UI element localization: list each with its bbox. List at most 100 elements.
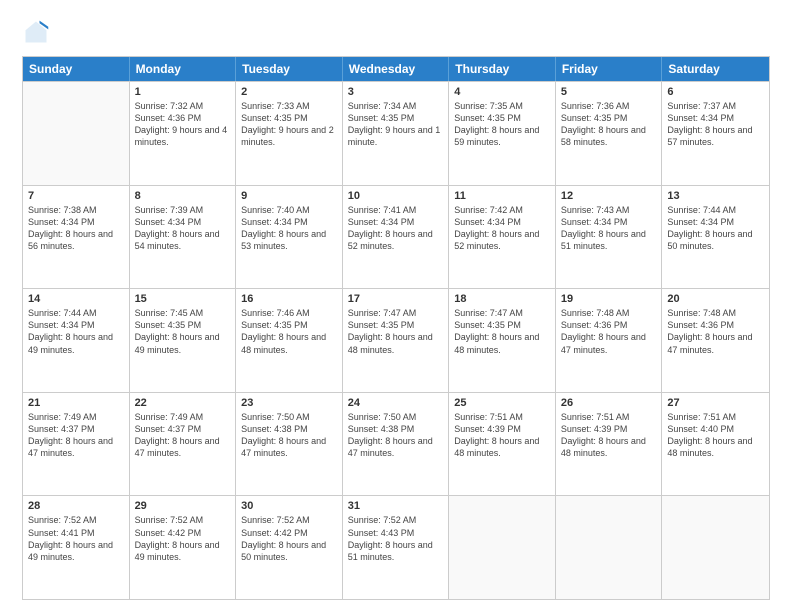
cell-info: Sunrise: 7:45 AMSunset: 4:35 PMDaylight:… <box>135 307 231 356</box>
cell-day-number: 22 <box>135 397 231 409</box>
cell-day-number: 11 <box>454 190 550 202</box>
calendar-cell: 4 Sunrise: 7:35 AMSunset: 4:35 PMDaylight… <box>449 82 556 185</box>
calendar-body: 1 Sunrise: 7:32 AMSunset: 4:36 PMDaylight… <box>23 81 769 599</box>
cell-day-number: 12 <box>561 190 657 202</box>
calendar-week: 1 Sunrise: 7:32 AMSunset: 4:36 PMDaylight… <box>23 81 769 185</box>
cell-info: Sunrise: 7:47 AMSunset: 4:35 PMDaylight:… <box>454 307 550 356</box>
cell-info: Sunrise: 7:44 AMSunset: 4:34 PMDaylight:… <box>667 204 764 253</box>
cell-info: Sunrise: 7:44 AMSunset: 4:34 PMDaylight:… <box>28 307 124 356</box>
cal-header-day: Wednesday <box>343 57 450 81</box>
cell-day-number: 20 <box>667 293 764 305</box>
cal-header-day: Monday <box>130 57 237 81</box>
cell-info: Sunrise: 7:52 AMSunset: 4:43 PMDaylight:… <box>348 514 444 563</box>
cell-day-number: 6 <box>667 86 764 98</box>
cal-header-day: Saturday <box>662 57 769 81</box>
cell-day-number: 2 <box>241 86 337 98</box>
cell-info: Sunrise: 7:38 AMSunset: 4:34 PMDaylight:… <box>28 204 124 253</box>
cell-day-number: 23 <box>241 397 337 409</box>
calendar-cell: 25 Sunrise: 7:51 AMSunset: 4:39 PMDayligh… <box>449 393 556 496</box>
cell-day-number: 25 <box>454 397 550 409</box>
cell-day-number: 15 <box>135 293 231 305</box>
cell-day-number: 10 <box>348 190 444 202</box>
cell-info: Sunrise: 7:48 AMSunset: 4:36 PMDaylight:… <box>667 307 764 356</box>
cell-day-number: 13 <box>667 190 764 202</box>
cell-day-number: 3 <box>348 86 444 98</box>
cell-info: Sunrise: 7:52 AMSunset: 4:41 PMDaylight:… <box>28 514 124 563</box>
cell-info: Sunrise: 7:47 AMSunset: 4:35 PMDaylight:… <box>348 307 444 356</box>
cal-header-day: Sunday <box>23 57 130 81</box>
calendar-cell: 1 Sunrise: 7:32 AMSunset: 4:36 PMDaylight… <box>130 82 237 185</box>
calendar-cell: 14Sunrise: 7:44 AMSunset: 4:34 PMDayligh… <box>23 289 130 392</box>
cell-day-number: 5 <box>561 86 657 98</box>
cal-header-day: Friday <box>556 57 663 81</box>
calendar-header: SundayMondayTuesdayWednesdayThursdayFrid… <box>23 57 769 81</box>
cell-day-number: 18 <box>454 293 550 305</box>
calendar-week: 14Sunrise: 7:44 AMSunset: 4:34 PMDayligh… <box>23 288 769 392</box>
calendar-cell: 10 Sunrise: 7:41 AMSunset: 4:34 PMDayligh… <box>343 186 450 289</box>
calendar-cell: 26Sunrise: 7:51 AMSunset: 4:39 PMDayligh… <box>556 393 663 496</box>
cell-info: Sunrise: 7:46 AMSunset: 4:35 PMDaylight:… <box>241 307 337 356</box>
cell-info: Sunrise: 7:50 AMSunset: 4:38 PMDaylight:… <box>241 411 337 460</box>
cell-info: Sunrise: 7:50 AMSunset: 4:38 PMDaylight:… <box>348 411 444 460</box>
cell-info: Sunrise: 7:52 AMSunset: 4:42 PMDaylight:… <box>135 514 231 563</box>
cell-day-number: 4 <box>454 86 550 98</box>
cell-info: Sunrise: 7:43 AMSunset: 4:34 PMDaylight:… <box>561 204 657 253</box>
cell-day-number: 17 <box>348 293 444 305</box>
cell-info: Sunrise: 7:48 AMSunset: 4:36 PMDaylight:… <box>561 307 657 356</box>
calendar-cell <box>556 496 663 599</box>
calendar-cell: 17 Sunrise: 7:47 AMSunset: 4:35 PMDayligh… <box>343 289 450 392</box>
cell-info: Sunrise: 7:34 AMSunset: 4:35 PMDaylight:… <box>348 100 444 149</box>
cell-info: Sunrise: 7:40 AMSunset: 4:34 PMDaylight:… <box>241 204 337 253</box>
cell-day-number: 1 <box>135 86 231 98</box>
cell-day-number: 21 <box>28 397 124 409</box>
cal-header-day: Tuesday <box>236 57 343 81</box>
cell-day-number: 16 <box>241 293 337 305</box>
calendar-cell <box>662 496 769 599</box>
page: SundayMondayTuesdayWednesdayThursdayFrid… <box>0 0 792 612</box>
cell-day-number: 9 <box>241 190 337 202</box>
calendar-cell: 30 Sunrise: 7:52 AMSunset: 4:42 PMDayligh… <box>236 496 343 599</box>
cell-info: Sunrise: 7:51 AMSunset: 4:39 PMDaylight:… <box>454 411 550 460</box>
cell-info: Sunrise: 7:33 AMSunset: 4:35 PMDaylight:… <box>241 100 337 149</box>
cell-info: Sunrise: 7:42 AMSunset: 4:34 PMDaylight:… <box>454 204 550 253</box>
calendar-cell: 13 Sunrise: 7:44 AMSunset: 4:34 PMDayligh… <box>662 186 769 289</box>
calendar-cell: 18 Sunrise: 7:47 AMSunset: 4:35 PMDayligh… <box>449 289 556 392</box>
calendar-cell: 21 Sunrise: 7:49 AMSunset: 4:37 PMDayligh… <box>23 393 130 496</box>
calendar-cell: 19Sunrise: 7:48 AMSunset: 4:36 PMDayligh… <box>556 289 663 392</box>
calendar-cell: 6 Sunrise: 7:37 AMSunset: 4:34 PMDaylight… <box>662 82 769 185</box>
calendar-cell: 31Sunrise: 7:52 AMSunset: 4:43 PMDayligh… <box>343 496 450 599</box>
cell-day-number: 7 <box>28 190 124 202</box>
cell-day-number: 30 <box>241 500 337 512</box>
logo <box>22 18 54 46</box>
calendar-cell: 22 Sunrise: 7:49 AMSunset: 4:37 PMDayligh… <box>130 393 237 496</box>
cell-day-number: 27 <box>667 397 764 409</box>
cell-info: Sunrise: 7:52 AMSunset: 4:42 PMDaylight:… <box>241 514 337 563</box>
calendar-week: 21 Sunrise: 7:49 AMSunset: 4:37 PMDayligh… <box>23 392 769 496</box>
cell-day-number: 8 <box>135 190 231 202</box>
cell-info: Sunrise: 7:39 AMSunset: 4:34 PMDaylight:… <box>135 204 231 253</box>
cell-day-number: 24 <box>348 397 444 409</box>
cell-info: Sunrise: 7:41 AMSunset: 4:34 PMDaylight:… <box>348 204 444 253</box>
header <box>22 18 770 46</box>
calendar-cell: 28Sunrise: 7:52 AMSunset: 4:41 PMDayligh… <box>23 496 130 599</box>
calendar-cell: 23 Sunrise: 7:50 AMSunset: 4:38 PMDayligh… <box>236 393 343 496</box>
cell-info: Sunrise: 7:49 AMSunset: 4:37 PMDaylight:… <box>135 411 231 460</box>
calendar-cell: 16 Sunrise: 7:46 AMSunset: 4:35 PMDayligh… <box>236 289 343 392</box>
calendar-week: 7 Sunrise: 7:38 AMSunset: 4:34 PMDaylight… <box>23 185 769 289</box>
cell-info: Sunrise: 7:51 AMSunset: 4:39 PMDaylight:… <box>561 411 657 460</box>
calendar-cell: 8 Sunrise: 7:39 AMSunset: 4:34 PMDaylight… <box>130 186 237 289</box>
cell-info: Sunrise: 7:35 AMSunset: 4:35 PMDaylight:… <box>454 100 550 149</box>
calendar-cell: 12 Sunrise: 7:43 AMSunset: 4:34 PMDayligh… <box>556 186 663 289</box>
calendar-cell: 5Sunrise: 7:36 AMSunset: 4:35 PMDaylight… <box>556 82 663 185</box>
cell-info: Sunrise: 7:51 AMSunset: 4:40 PMDaylight:… <box>667 411 764 460</box>
cal-header-day: Thursday <box>449 57 556 81</box>
calendar-cell: 9 Sunrise: 7:40 AMSunset: 4:34 PMDaylight… <box>236 186 343 289</box>
calendar-cell <box>449 496 556 599</box>
cell-day-number: 29 <box>135 500 231 512</box>
calendar: SundayMondayTuesdayWednesdayThursdayFrid… <box>22 56 770 600</box>
cell-info: Sunrise: 7:37 AMSunset: 4:34 PMDaylight:… <box>667 100 764 149</box>
calendar-week: 28Sunrise: 7:52 AMSunset: 4:41 PMDayligh… <box>23 495 769 599</box>
calendar-cell: 27 Sunrise: 7:51 AMSunset: 4:40 PMDayligh… <box>662 393 769 496</box>
cell-info: Sunrise: 7:32 AMSunset: 4:36 PMDaylight:… <box>135 100 231 149</box>
cell-info: Sunrise: 7:49 AMSunset: 4:37 PMDaylight:… <box>28 411 124 460</box>
